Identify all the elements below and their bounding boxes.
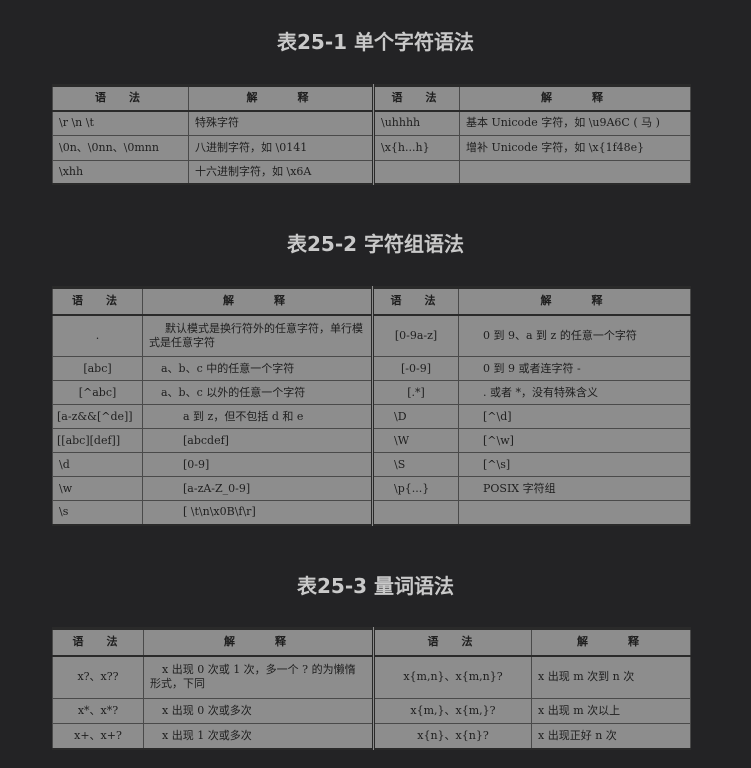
cell: \p{...} (372, 476, 459, 501)
table-row: \r \n \t 特殊字符 \uhhhh 基本 Unicode 字符，如 \u9… (52, 110, 691, 136)
quantifier-syntax-table: 语 法 解 释 语 法 解 释 x?、x?? x 出现 0 次或 1 次，多一个… (52, 627, 691, 750)
table-row: x+、x+? x 出现 1 次或多次 x{n}、x{n}? x 出现正好 n 次 (52, 723, 691, 749)
header-meaning: 解 释 (188, 85, 375, 112)
cell: [abc] (52, 356, 143, 381)
cell: a、b、c 以外的任意一个字符 (142, 380, 374, 405)
header-syntax: 语 法 (52, 628, 144, 657)
cell: 十六进制字符，如 \x6A (188, 160, 375, 184)
cell: 八进制字符，如 \0141 (188, 135, 375, 161)
header-meaning: 解 释 (531, 628, 691, 657)
cell: \0n、\0nn、\0mnn (52, 135, 189, 161)
table-row: . 默认模式是换行符外的任意字符，单行模式是任意字符 [0-9a-z] 0 到 … (52, 314, 691, 357)
cell: 基本 Unicode 字符，如 \u9A6C ( 马 ) (459, 110, 691, 136)
cell: \S (372, 452, 459, 477)
cell: a 到 z，但不包括 d 和 e (142, 404, 374, 429)
cell: [.*] (372, 380, 459, 405)
cell: \x{h...h} (373, 135, 460, 161)
table-row: \xhh 十六进制字符，如 \x6A (52, 160, 691, 184)
cell: [^\d] (458, 404, 691, 429)
cell: 0 到 9、a 到 z 的任意一个字符 (458, 314, 691, 357)
cell: \W (372, 428, 459, 453)
header-meaning: 解 释 (458, 287, 691, 316)
cell: [ \t\n\x0B\f\r] (142, 500, 374, 525)
cell: 默认模式是换行符外的任意字符，单行模式是任意字符 (142, 314, 374, 357)
cell (458, 500, 691, 525)
table-row: [[abc][def]] [abcdef] \W [^\w] (52, 428, 691, 453)
header-syntax: 语 法 (52, 85, 189, 112)
header-syntax: 语 法 (372, 287, 459, 316)
cell: x 出现 m 次以上 (531, 698, 691, 724)
header-syntax: 语 法 (373, 628, 532, 657)
table-row: \w [a-zA-Z_0-9] \p{...} POSIX 字符组 (52, 476, 691, 501)
cell: \w (52, 476, 143, 501)
cell: a、b、c 中的任意一个字符 (142, 356, 374, 381)
header-meaning: 解 释 (142, 287, 374, 316)
char-class-syntax-table: 语 法 解 释 语 法 解 释 . 默认模式是换行符外的任意字符，单行模式是任意… (52, 286, 691, 526)
table-row: x*、x*? x 出现 0 次或多次 x{m,}、x{m,}? x 出现 m 次… (52, 698, 691, 724)
header-meaning: 解 释 (459, 85, 691, 112)
table-row: [a-z&&[^de]] a 到 z，但不包括 d 和 e \D [^\d] (52, 404, 691, 429)
cell (372, 500, 459, 525)
cell: [-0-9] (372, 356, 459, 381)
table-row: [^abc] a、b、c 以外的任意一个字符 [.*] . 或者 *，没有特殊含… (52, 380, 691, 405)
table-row: [abc] a、b、c 中的任意一个字符 [-0-9] 0 到 9 或者连字符 … (52, 356, 691, 381)
header-meaning: 解 释 (143, 628, 375, 657)
cell: \d (52, 452, 143, 477)
cell: \xhh (52, 160, 189, 184)
table-title-25-2: 表25-2 字符组语法 (286, 232, 464, 256)
cell: x 出现 m 次到 n 次 (531, 655, 691, 699)
cell (459, 160, 691, 184)
cell: x+、x+? (52, 723, 144, 749)
cell: [^\w] (458, 428, 691, 453)
table-title-25-1: 表25-1 单个字符语法 (276, 30, 474, 54)
cell: . (52, 314, 143, 357)
table-row: x?、x?? x 出现 0 次或 1 次，多一个 ? 的为懒惰形式，下同 x{m… (52, 655, 691, 699)
cell: x*、x*? (52, 698, 144, 724)
cell (373, 160, 460, 184)
cell: x{m,n}、x{m,n}? (373, 655, 532, 699)
table-title-25-3: 表25-3 量词语法 (296, 574, 454, 598)
cell: 0 到 9 或者连字符 - (458, 356, 691, 381)
cell: x 出现正好 n 次 (531, 723, 691, 749)
cell: [a-z&&[^de]] (52, 404, 143, 429)
cell: \s (52, 500, 143, 525)
table-row: \d [0-9] \S [^\s] (52, 452, 691, 477)
single-char-syntax-table: 语 法 解 释 语 法 解 释 \r \n \t 特殊字符 \uhhhh 基本 … (52, 84, 691, 185)
cell: [^abc] (52, 380, 143, 405)
cell: x?、x?? (52, 655, 144, 699)
cell: [0-9] (142, 452, 374, 477)
table-row: \s [ \t\n\x0B\f\r] (52, 500, 691, 525)
table-row: \0n、\0nn、\0mnn 八进制字符，如 \0141 \x{h...h} 增… (52, 135, 691, 161)
cell: \uhhhh (373, 110, 460, 136)
header-syntax: 语 法 (373, 85, 460, 112)
cell: [abcdef] (142, 428, 374, 453)
cell: . 或者 *，没有特殊含义 (458, 380, 691, 405)
cell: 特殊字符 (188, 110, 375, 136)
cell: x 出现 1 次或多次 (143, 723, 375, 749)
cell: [^\s] (458, 452, 691, 477)
cell: POSIX 字符组 (458, 476, 691, 501)
cell: x{m,}、x{m,}? (373, 698, 532, 724)
header-syntax: 语 法 (52, 287, 143, 316)
cell: x{n}、x{n}? (373, 723, 532, 749)
cell: x 出现 0 次或多次 (143, 698, 375, 724)
cell: [a-zA-Z_0-9] (142, 476, 374, 501)
cell: [[abc][def]] (52, 428, 143, 453)
cell: x 出现 0 次或 1 次，多一个 ? 的为懒惰形式，下同 (143, 655, 375, 699)
cell: 增补 Unicode 字符，如 \x{1f48e} (459, 135, 691, 161)
cell: \D (372, 404, 459, 429)
cell: [0-9a-z] (372, 314, 459, 357)
cell: \r \n \t (52, 110, 189, 136)
